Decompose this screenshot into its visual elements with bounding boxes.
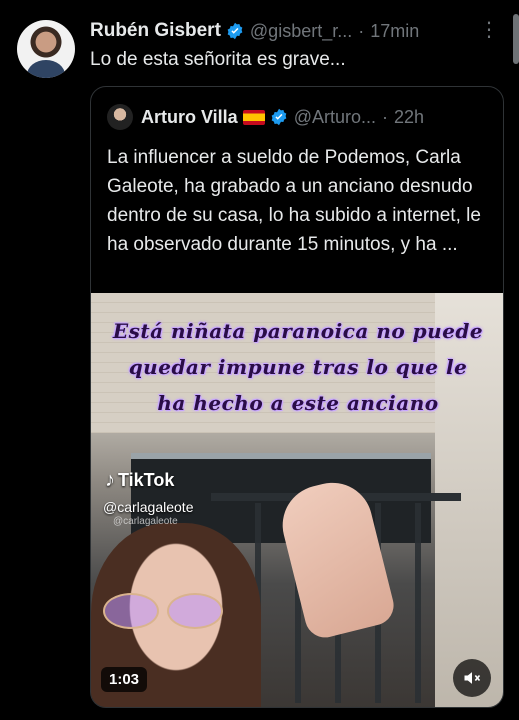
- video-caption: Está niñata paranoica no puede quedar im…: [99, 313, 497, 421]
- quote-avatar[interactable]: [107, 104, 133, 130]
- caption-line: quedar impune tras lo que le: [128, 355, 468, 379]
- quote-text: La influencer a sueldo de Podemos, Carla…: [107, 147, 481, 255]
- spain-flag-icon: [242, 109, 265, 125]
- video-glasses: [103, 593, 223, 629]
- separator: ·: [358, 20, 365, 41]
- video-player[interactable]: Está niñata paranoica no puede quedar im…: [91, 293, 503, 707]
- verified-icon: [271, 108, 287, 126]
- mute-icon[interactable]: [453, 659, 491, 697]
- tweet-time[interactable]: 17min: [370, 21, 419, 42]
- tweet-header: Rubén Gisbert @gisbert_r... · 17min ⋮: [90, 18, 499, 44]
- video-duration: 1:03: [101, 667, 148, 692]
- separator: ·: [382, 106, 388, 127]
- verified-icon: [227, 22, 243, 40]
- tiktok-label: TikTok: [118, 470, 175, 490]
- author-name[interactable]: Rubén Gisbert: [90, 20, 221, 42]
- quote-header: Arturo Villa @Arturo... · 22h: [107, 103, 487, 131]
- avatar-suit: [27, 60, 65, 78]
- caption-line: Está niñata paranoica no puede: [112, 319, 484, 343]
- tweet[interactable]: Rubén Gisbert @gisbert_r... · 17min ⋮ Lo…: [0, 0, 519, 720]
- caption-line: ha hecho a este anciano: [157, 391, 439, 415]
- tiktok-note-icon: ♪: [105, 469, 115, 491]
- quoted-tweet[interactable]: Arturo Villa @Arturo... · 22h La influen…: [90, 86, 504, 708]
- author-handle[interactable]: @gisbert_r...: [250, 21, 352, 42]
- tiktok-username: @carlagaleote: [103, 499, 194, 515]
- avatar[interactable]: [17, 20, 75, 78]
- tiktok-watermark: ♪ TikTok: [105, 469, 174, 492]
- quote-author-handle: @Arturo...: [293, 106, 376, 127]
- quote-author-name: Arturo Villa: [141, 106, 238, 127]
- more-icon[interactable]: ⋮: [479, 18, 499, 42]
- tiktok-username-faint: @carlagaleote: [113, 516, 178, 527]
- tweet-text: Lo de esta señorita es grave...: [90, 49, 346, 70]
- quote-time: 22h: [394, 106, 425, 127]
- scrollbar[interactable]: [513, 14, 519, 64]
